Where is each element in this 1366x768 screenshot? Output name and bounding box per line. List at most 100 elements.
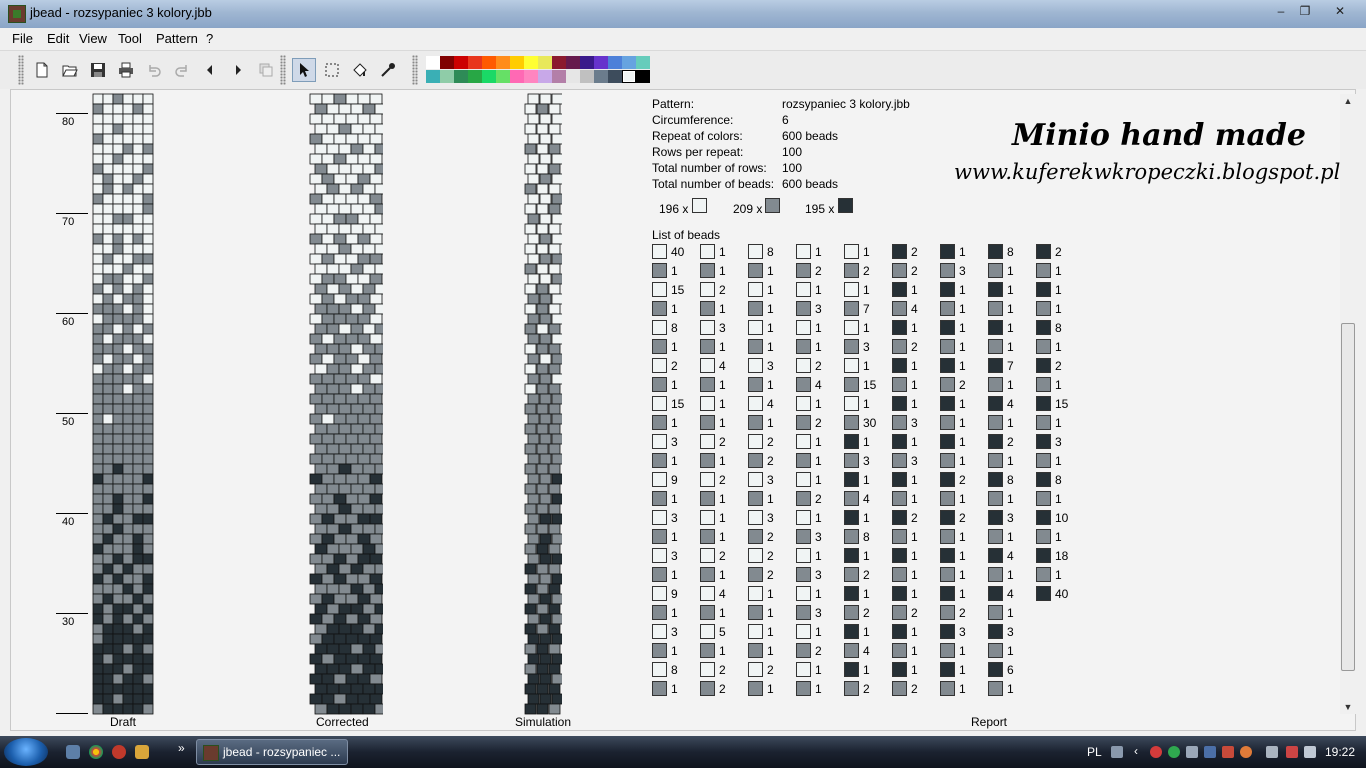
corrected-bead[interactable] [362, 223, 376, 235]
corrected-bead[interactable] [350, 583, 364, 595]
simulation-bead[interactable] [551, 453, 562, 465]
simulation-bead[interactable] [536, 203, 549, 215]
corrected-bead[interactable] [321, 193, 335, 205]
corrected-bead[interactable] [345, 673, 359, 685]
draft-bead[interactable] [102, 193, 114, 205]
draft-bead[interactable] [112, 433, 124, 445]
draft-bead[interactable] [92, 613, 104, 625]
draft-bead[interactable] [112, 403, 124, 415]
corrected-bead[interactable] [350, 463, 364, 475]
draft-bead[interactable] [102, 423, 114, 435]
corrected-bead[interactable] [350, 223, 364, 235]
draft-bead[interactable] [132, 673, 144, 685]
simulation-bead[interactable] [539, 173, 552, 185]
draft-bead[interactable] [112, 493, 124, 505]
simulation-bead[interactable] [527, 453, 540, 465]
corrected-bead[interactable] [345, 133, 359, 145]
draft-bead[interactable] [112, 213, 124, 225]
corrected-bead[interactable] [374, 503, 383, 515]
palette-swatch[interactable] [538, 56, 552, 69]
corrected-bead[interactable] [326, 223, 340, 235]
draft-bead[interactable] [112, 233, 124, 245]
draft-bead[interactable] [132, 343, 144, 355]
simulation-bead[interactable] [551, 113, 562, 125]
simulation-bead[interactable] [524, 163, 537, 175]
simulation-bead[interactable] [539, 493, 552, 505]
corrected-bead[interactable] [357, 213, 371, 225]
draft-bead[interactable] [112, 173, 124, 185]
draft-bead[interactable] [142, 383, 154, 395]
taskbar-jbead-button[interactable]: jbead - rozsypaniec ... [196, 739, 348, 765]
draft-bead[interactable] [132, 703, 144, 715]
corrected-bead[interactable] [333, 313, 347, 325]
corrected-bead[interactable] [362, 623, 376, 635]
corrected-bead[interactable] [321, 393, 335, 405]
draft-bead[interactable] [142, 473, 154, 485]
menu-pattern[interactable]: Pattern [156, 31, 198, 46]
simulation-bead[interactable] [527, 473, 540, 485]
simulation-bead[interactable] [551, 413, 562, 425]
simulation-bead[interactable] [539, 693, 552, 705]
draft-bead[interactable] [122, 163, 134, 175]
corrected-bead[interactable] [309, 373, 323, 385]
draft-bead[interactable] [122, 143, 134, 155]
corrected-bead[interactable] [369, 113, 383, 125]
corrected-bead[interactable] [374, 423, 383, 435]
draft-bead[interactable] [122, 303, 134, 315]
draft-bead[interactable] [122, 183, 134, 195]
corrected-bead[interactable] [333, 173, 347, 185]
corrected-bead[interactable] [314, 103, 328, 115]
draft-bead[interactable] [122, 93, 134, 105]
corrected-bead[interactable] [362, 683, 376, 695]
corrected-bead[interactable] [345, 593, 359, 605]
simulation-bead[interactable] [536, 683, 549, 695]
corrected-bead[interactable] [345, 213, 359, 225]
draft-bead[interactable] [92, 463, 104, 475]
corrected-bead[interactable] [309, 253, 323, 265]
corrected-bead[interactable] [314, 463, 328, 475]
draft-bead[interactable] [132, 553, 144, 565]
corrected-bead[interactable] [314, 703, 328, 715]
corrected-bead[interactable] [357, 93, 371, 105]
draft-bead[interactable] [132, 563, 144, 575]
draft-bead[interactable] [142, 353, 154, 365]
corrected-bead[interactable] [338, 163, 352, 175]
draft-bead[interactable] [92, 663, 104, 675]
corrected-bead[interactable] [350, 163, 364, 175]
draft-bead[interactable] [122, 693, 134, 705]
draft-bead[interactable] [122, 413, 134, 425]
app-shortcut-icon[interactable] [135, 745, 149, 759]
simulation-bead[interactable] [548, 303, 561, 315]
palette-swatch[interactable] [426, 56, 440, 69]
corrected-bead[interactable] [309, 673, 323, 685]
draft-bead[interactable] [102, 633, 114, 645]
simulation-bead[interactable] [536, 483, 549, 495]
corrected-bead[interactable] [362, 203, 376, 215]
draft-bead[interactable] [122, 353, 134, 365]
corrected-bead[interactable] [314, 683, 328, 695]
corrected-bead[interactable] [374, 443, 383, 455]
corrected-bead[interactable] [345, 433, 359, 445]
draft-bead[interactable] [142, 183, 154, 195]
corrected-bead[interactable] [309, 453, 323, 465]
simulation-bead[interactable] [539, 453, 552, 465]
corrected-bead[interactable] [326, 363, 340, 375]
draft-bead[interactable] [102, 613, 114, 625]
corrected-bead[interactable] [326, 463, 340, 475]
draft-bead[interactable] [112, 293, 124, 305]
palette-swatch[interactable] [580, 70, 594, 83]
draft-bead[interactable] [112, 543, 124, 555]
corrected-bead[interactable] [362, 483, 376, 495]
draft-bead[interactable] [132, 163, 144, 175]
corrected-bead[interactable] [374, 223, 383, 235]
simulation-bead[interactable] [539, 573, 552, 585]
corrected-bead[interactable] [350, 603, 364, 615]
corrected-bead[interactable] [326, 663, 340, 675]
corrected-bead[interactable] [357, 133, 371, 145]
draft-bead[interactable] [122, 543, 134, 555]
draft-bead[interactable] [142, 273, 154, 285]
corrected-bead[interactable] [357, 393, 371, 405]
draft-bead[interactable] [142, 413, 154, 425]
draft-bead[interactable] [102, 703, 114, 715]
corrected-bead[interactable] [350, 183, 364, 195]
